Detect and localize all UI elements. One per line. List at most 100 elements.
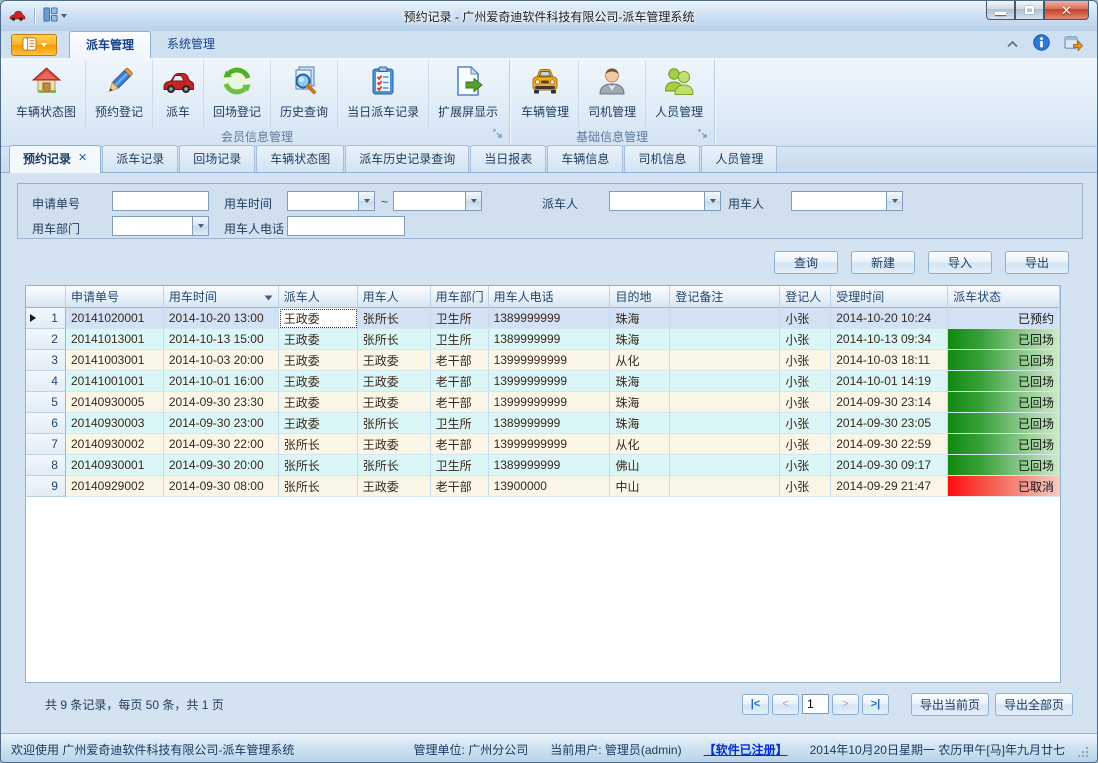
cell-request-no[interactable]: 20141013001 [66,329,164,350]
cell-department[interactable]: 卫生所 [431,413,489,434]
use-time-to-combo[interactable] [393,191,482,211]
cell-request-no[interactable]: 20141020001 [66,308,164,329]
layout-menu-button[interactable] [43,7,67,25]
table-row[interactable]: 4201410010012014-10-01 16:00王政委王政委老干部139… [26,371,1060,392]
cell-user[interactable]: 张所长 [358,413,431,434]
cell-phone[interactable]: 13900000 [489,476,611,497]
column-header-status[interactable]: 派车状态 [948,286,1060,308]
table-row[interactable]: 2201410130012014-10-13 15:00王政委张所长卫生所138… [26,329,1060,350]
cell-user[interactable]: 王政委 [358,371,431,392]
cell-destination[interactable]: 从化 [610,350,670,371]
column-header-user[interactable]: 用车人 [358,286,431,308]
cell-remark[interactable] [670,476,780,497]
cell-dispatcher[interactable]: 王政委 [279,413,358,434]
cell-user[interactable]: 王政委 [358,350,431,371]
combo-drop-button[interactable] [358,191,375,211]
import-button[interactable]: 导入 [928,251,992,274]
pager-last-button[interactable]: >| [862,694,889,715]
table-row[interactable]: 8201409300012014-09-30 20:00张所长张所长卫生所138… [26,455,1060,476]
cell-accept-time[interactable]: 2014-09-29 21:47 [831,476,948,497]
cell-destination[interactable]: 珠海 [610,413,670,434]
collapse-ribbon-icon[interactable] [1006,37,1019,51]
ribbon-button-personnel-management[interactable]: 人员管理 [646,60,712,127]
request-no-input[interactable] [112,191,209,211]
cell-request-no[interactable]: 20140929002 [66,476,164,497]
cell-destination[interactable]: 珠海 [610,371,670,392]
ribbon-button-reservation-register[interactable]: 预约登记 [86,60,153,127]
cell-dispatcher[interactable]: 张所长 [279,476,358,497]
doc-tab-vehicle-info[interactable]: 车辆信息 [547,145,623,172]
group-dialog-launcher-icon[interactable] [492,128,503,142]
ribbon-button-vehicle-management[interactable]: 车辆管理 [512,60,579,127]
cell-status[interactable]: 已回场 [948,392,1060,413]
cell-accept-time[interactable]: 2014-09-30 23:05 [831,413,948,434]
column-header-dispatcher[interactable]: 派车人 [279,286,358,308]
cell-department[interactable]: 卫生所 [431,308,489,329]
pager-prev-button[interactable]: < [772,694,799,715]
cell-destination[interactable]: 珠海 [610,329,670,350]
doc-tab-reservation-records[interactable]: 预约记录✕ [9,145,101,173]
cell-remark[interactable] [670,308,780,329]
cell-status[interactable]: 已回场 [948,329,1060,350]
table-row[interactable]: 3201410030012014-10-03 20:00王政委王政委老干部139… [26,350,1060,371]
cell-phone[interactable]: 13999999999 [489,350,611,371]
minimize-button[interactable] [986,1,1015,20]
cell-registrar[interactable]: 小张 [780,350,831,371]
department-combo[interactable] [112,216,209,236]
cell-remark[interactable] [670,434,780,455]
cell-phone[interactable]: 13999999999 [489,371,611,392]
cell-dispatcher[interactable]: 张所长 [279,434,358,455]
column-header-request-no[interactable]: 申请单号 [66,286,164,308]
cell-registrar[interactable]: 小张 [780,329,831,350]
cell-destination[interactable]: 珠海 [610,392,670,413]
combo-drop-button[interactable] [704,191,721,211]
cell-phone[interactable]: 1389999999 [489,308,611,329]
info-icon[interactable] [1033,34,1050,54]
row-number-cell[interactable]: 5 [26,392,66,413]
cell-registrar[interactable]: 小张 [780,455,831,476]
ribbon-tab-dispatch[interactable]: 派车管理 [69,31,151,58]
cell-request-no[interactable]: 20140930002 [66,434,164,455]
cell-dispatcher[interactable]: 王政委 [279,308,358,329]
cell-accept-time[interactable]: 2014-10-20 10:24 [831,308,948,329]
row-number-cell[interactable]: 1 [26,308,66,329]
combo-drop-button[interactable] [886,191,903,211]
cell-accept-time[interactable]: 2014-09-30 22:59 [831,434,948,455]
cell-registrar[interactable]: 小张 [780,308,831,329]
cell-use-time[interactable]: 2014-10-03 20:00 [164,350,279,371]
export-current-page-button[interactable]: 导出当前页 [911,693,989,716]
about-icon[interactable] [1064,35,1083,54]
doc-tab-vehicle-status-map[interactable]: 车辆状态图 [256,145,344,172]
cell-destination[interactable]: 中山 [610,476,670,497]
cell-use-time[interactable]: 2014-09-30 20:00 [164,455,279,476]
cell-destination[interactable]: 从化 [610,434,670,455]
cell-use-time[interactable]: 2014-09-30 22:00 [164,434,279,455]
cell-request-no[interactable]: 20140930001 [66,455,164,476]
row-number-cell[interactable]: 4 [26,371,66,392]
ribbon-button-today-dispatch-records[interactable]: 当日派车记录 [338,60,429,127]
cell-department[interactable]: 老干部 [431,350,489,371]
column-header-destination[interactable]: 目的地 [610,286,670,308]
use-time-from-combo[interactable] [287,191,375,211]
cell-status[interactable]: 已回场 [948,371,1060,392]
row-number-cell[interactable]: 3 [26,350,66,371]
column-header-department[interactable]: 用车部门 [431,286,489,308]
cell-registrar[interactable]: 小张 [780,434,831,455]
cell-phone[interactable]: 1389999999 [489,329,611,350]
cell-user[interactable]: 张所长 [358,308,431,329]
cell-use-time[interactable]: 2014-09-30 23:30 [164,392,279,413]
cell-status[interactable]: 已取消 [948,476,1060,497]
ribbon-button-extended-screen[interactable]: 扩展屏显示 [429,60,507,127]
new-button[interactable]: 新建 [851,251,915,274]
cell-dispatcher[interactable]: 王政委 [279,371,358,392]
cell-remark[interactable] [670,329,780,350]
cell-dispatcher[interactable]: 王政委 [279,329,358,350]
doc-tab-dispatch-history-query[interactable]: 派车历史记录查询 [345,145,469,172]
cell-use-time[interactable]: 2014-10-13 15:00 [164,329,279,350]
row-number-cell[interactable]: 7 [26,434,66,455]
tab-close-icon[interactable]: ✕ [78,153,87,164]
table-row[interactable]: 5201409300052014-09-30 23:30王政委王政委老干部139… [26,392,1060,413]
doc-tab-dispatch-records[interactable]: 派车记录 [102,145,178,172]
cell-request-no[interactable]: 20141001001 [66,371,164,392]
ribbon-button-vehicle-status-map[interactable]: 车辆状态图 [7,60,86,127]
